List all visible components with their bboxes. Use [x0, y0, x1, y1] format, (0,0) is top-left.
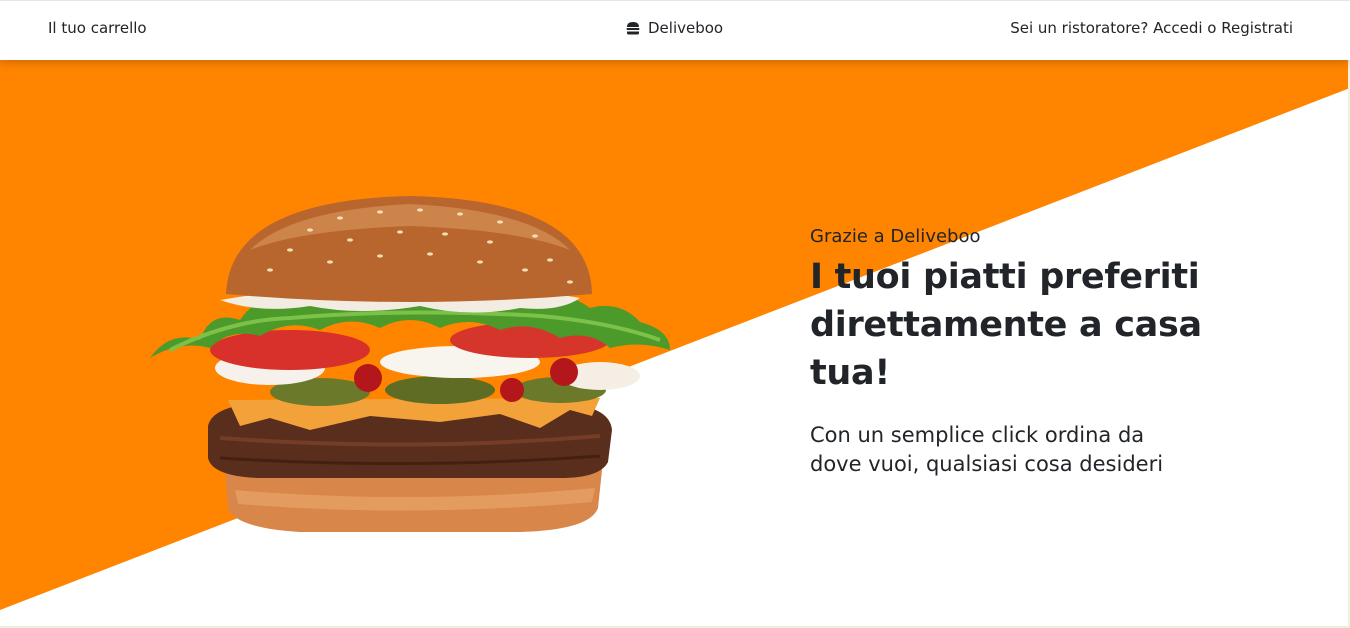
brand-logo[interactable]: Deliveboo	[626, 19, 723, 37]
hero-subtitle: Con un semplice click ordina da dove vuo…	[810, 423, 1164, 476]
burger-photo	[150, 196, 670, 532]
hero-title: I tuoi piatti preferiti direttamente a c…	[810, 257, 1202, 393]
hero-text-block: Grazie a Deliveboo I tuoi piatti preferi…	[810, 226, 1230, 479]
hero-section: Grazie a Deliveboo I tuoi piatti preferi…	[0, 60, 1350, 626]
brand-name: Deliveboo	[648, 19, 724, 37]
cart-link[interactable]: Il tuo carrello	[48, 19, 147, 37]
top-navbar: Il tuo carrello Deliveboo Sei un ristora…	[0, 0, 1350, 60]
hero-kicker: Grazie a Deliveboo	[810, 226, 981, 247]
burger-icon	[626, 22, 640, 35]
login-register-link[interactable]: Sei un ristoratore? Accedi o Registrati	[1010, 19, 1293, 37]
